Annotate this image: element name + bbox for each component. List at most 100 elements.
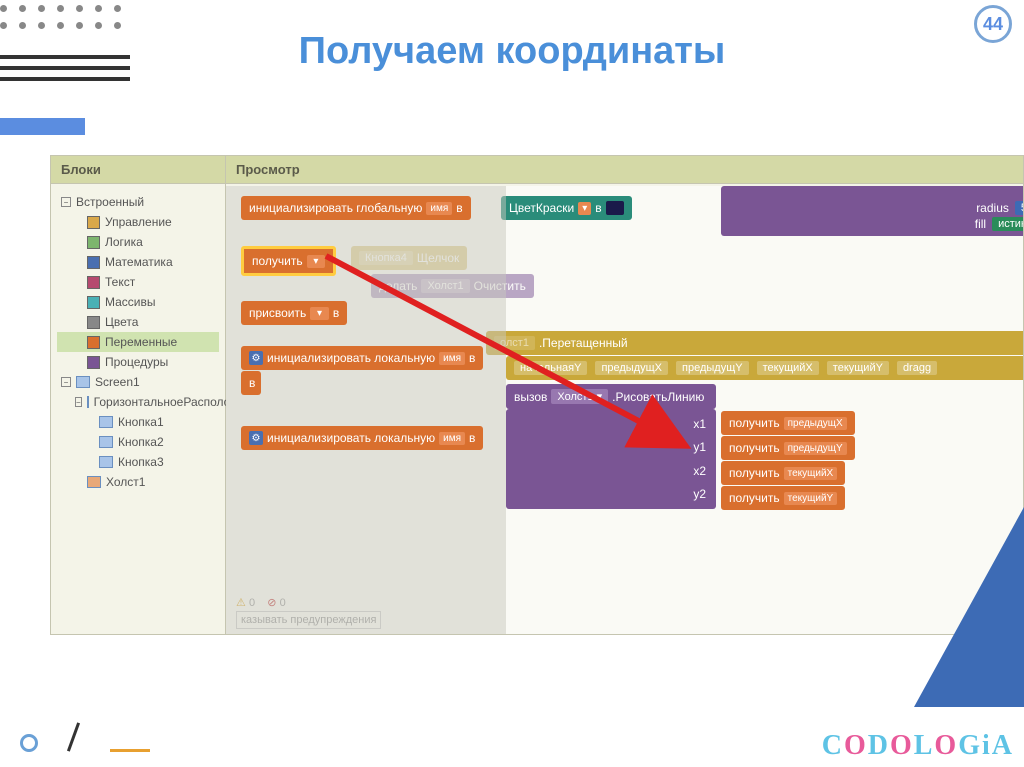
logo: CODOLOGiA	[822, 730, 1014, 762]
block-get-cury[interactable]: получить текущийY	[721, 486, 845, 510]
param: предыдущX	[595, 361, 668, 375]
palette-label: Процедуры	[105, 355, 168, 369]
block-label: вызов	[514, 390, 547, 404]
block-label: fill	[975, 217, 986, 231]
param: предыдущY	[676, 361, 749, 375]
block-slot: имя	[439, 352, 465, 365]
param: dragg	[897, 361, 937, 375]
gear-icon[interactable]: ⚙	[249, 431, 263, 445]
palette-builtin[interactable]: −Встроенный	[57, 192, 219, 212]
block-set[interactable]: присвоить ▾ в	[241, 301, 347, 325]
block-get-prevx[interactable]: получитьпредыдущX	[721, 411, 855, 435]
palette-tree: −Встроенный Управление Логика Математика…	[51, 184, 225, 500]
palette-button2[interactable]: Кнопка2	[57, 432, 219, 452]
palette-button3[interactable]: Кнопка3	[57, 452, 219, 472]
palette-horizontal[interactable]: −ГоризонтальноеРасполож	[57, 392, 219, 412]
palette-text[interactable]: Текст	[57, 272, 219, 292]
palette-label: Встроенный	[76, 195, 144, 209]
screen-icon	[76, 376, 90, 388]
block-label: в	[469, 351, 475, 365]
block-value: текущийX	[784, 467, 838, 480]
block-value: предыдущY	[784, 442, 847, 455]
palette-label: Математика	[105, 255, 173, 269]
block-label: инициализировать глобальную	[249, 201, 422, 215]
decoration-lines	[0, 55, 130, 88]
block-paint-color[interactable]: ЦветКраски▾в	[501, 196, 632, 220]
block-drawline-args[interactable]: x1 y1 x2 y2	[506, 409, 716, 509]
palette-screen1[interactable]: −Screen1	[57, 372, 219, 392]
decoration-bottom	[20, 722, 150, 757]
block-value: истин	[992, 217, 1023, 231]
block-get-prevy[interactable]: получить предыдущY	[721, 436, 855, 460]
viewer-column: Просмотр radius5 fillистин ЦветКраски▾в …	[226, 156, 1023, 634]
palette-procedures[interactable]: Процедуры	[57, 352, 219, 372]
palette-label: Логика	[105, 235, 143, 249]
palette-lists[interactable]: Массивы	[57, 292, 219, 312]
param: текущийY	[827, 361, 889, 375]
block-get-curx[interactable]: получить текущийX	[721, 461, 845, 485]
block-init-local-1-body[interactable]: в	[241, 371, 261, 395]
palette-logic[interactable]: Логика	[57, 232, 219, 252]
decoration-bar	[0, 118, 85, 135]
blocks-header: Блоки	[51, 156, 225, 184]
page-title: Получаем координаты	[299, 30, 726, 73]
decoration-dots	[0, 5, 121, 29]
block-label: инициализировать локальную	[267, 351, 435, 365]
button-icon	[99, 416, 113, 428]
palette-button1[interactable]: Кнопка1	[57, 412, 219, 432]
button-icon	[99, 456, 113, 468]
blocks-column: Блоки −Встроенный Управление Логика Мате…	[51, 156, 226, 634]
decoration-triangle	[914, 507, 1024, 707]
canvas-icon	[87, 476, 101, 488]
block-label: в	[469, 431, 475, 445]
block-canvas-dragged[interactable]: олст1 .Перетащенный	[486, 331, 1023, 355]
color-swatch	[606, 201, 624, 215]
block-init-local-1[interactable]: ⚙ инициализировать локальную имя в	[241, 346, 483, 370]
palette-label: Управление	[105, 215, 172, 229]
block-label: присвоить	[249, 306, 306, 320]
block-value: 5	[1015, 201, 1023, 215]
block-label: .Перетащенный	[539, 336, 628, 350]
block-label: получить	[729, 466, 780, 480]
block-label: ЦветКраски	[509, 201, 574, 215]
block-draw-circle-props[interactable]: radius 5 fill истин	[721, 186, 1023, 236]
palette-canvas1[interactable]: Холст1	[57, 472, 219, 492]
arg-label: y2	[693, 487, 706, 501]
block-drawline-call[interactable]: вызов Холст1 ▾ .РисоватьЛинию	[506, 384, 716, 409]
block-get-highlighted[interactable]: получить ▾	[241, 246, 336, 276]
gear-icon[interactable]: ⚙	[249, 351, 263, 365]
block-init-local-2[interactable]: ⚙ инициализировать локальную имя в	[241, 426, 483, 450]
block-label: в	[456, 201, 462, 215]
palette-label: Массивы	[105, 295, 156, 309]
palette-colors[interactable]: Цвета	[57, 312, 219, 332]
palette-label: Цвета	[105, 315, 138, 329]
arg-label: x1	[693, 417, 706, 431]
block-slot: имя	[426, 202, 452, 215]
palette-variables[interactable]: Переменные	[57, 332, 219, 352]
block-canvas[interactable]: radius5 fillистин ЦветКраски▾в Кнопка4 Щ…	[226, 186, 1023, 634]
block-init-global[interactable]: инициализировать глобальную имя в	[241, 196, 471, 220]
block-label: получить	[252, 254, 303, 268]
page-number-badge: 44	[974, 5, 1012, 43]
palette-math[interactable]: Математика	[57, 252, 219, 272]
block-label: radius	[976, 201, 1009, 215]
arg-label: x2	[693, 464, 706, 478]
palette-label: Кнопка3	[118, 455, 164, 469]
block-label: в	[595, 201, 601, 215]
palette-label: Кнопка2	[118, 435, 164, 449]
block-label: инициализировать локальную	[267, 431, 435, 445]
editor-panel: Блоки −Встроенный Управление Логика Мате…	[50, 155, 1024, 635]
param: текущийX	[757, 361, 819, 375]
palette-label: Кнопка1	[118, 415, 164, 429]
layout-icon	[87, 396, 89, 408]
block-label: получить	[729, 441, 780, 455]
block-label: в	[333, 306, 339, 320]
palette-control[interactable]: Управление	[57, 212, 219, 232]
palette-label: Переменные	[105, 335, 177, 349]
block-label: получить	[729, 491, 780, 505]
block-value: текущийY	[784, 492, 838, 505]
palette-label: ГоризонтальноеРасполож	[94, 395, 239, 409]
button-icon	[99, 436, 113, 448]
palette-label: Холст1	[106, 475, 145, 489]
block-dragged-params[interactable]: начальнаяY предыдущX предыдущY текущийX …	[506, 356, 1023, 380]
